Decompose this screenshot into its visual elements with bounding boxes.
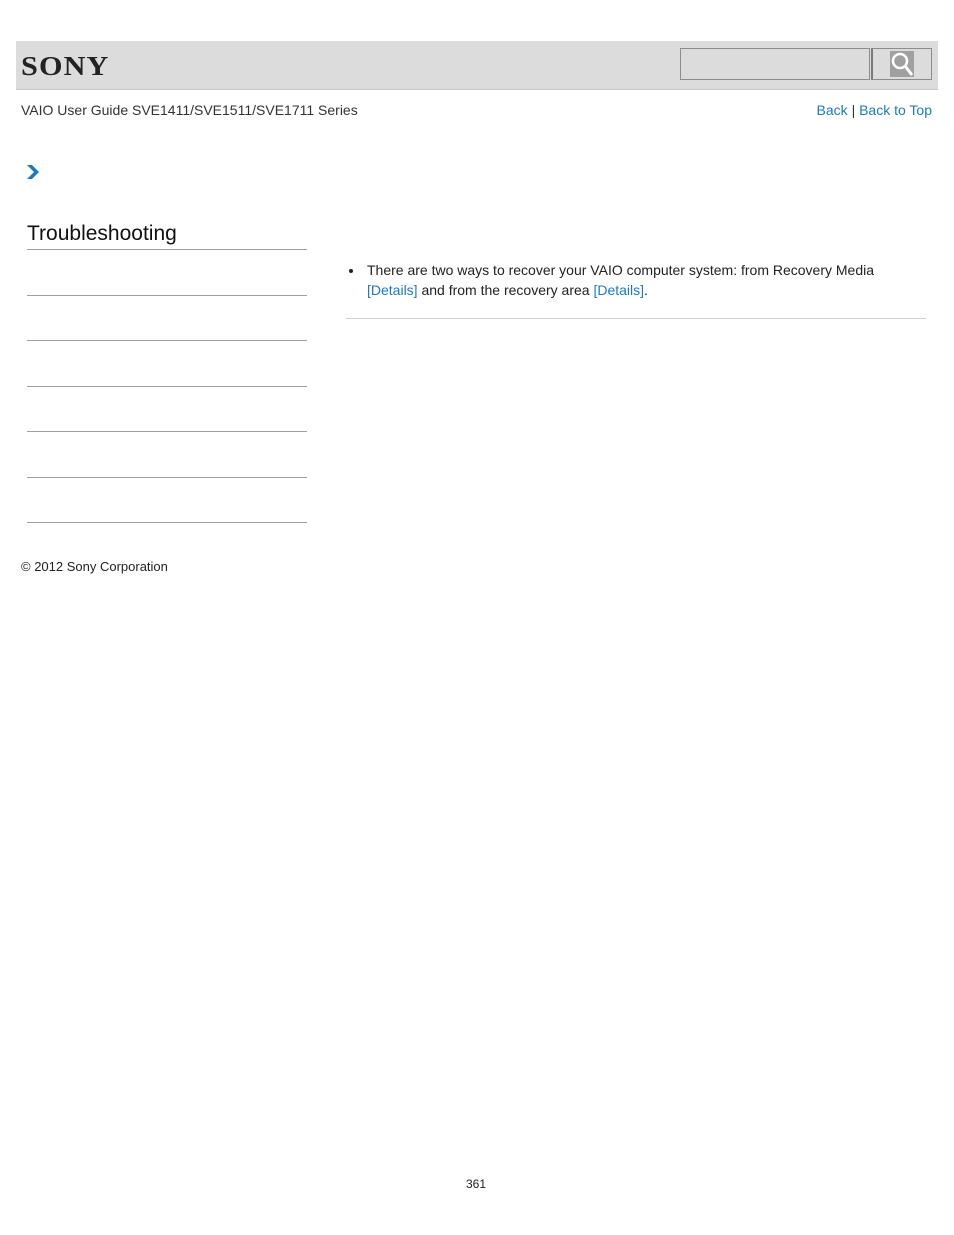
sony-logo: SONY (21, 51, 110, 81)
breadcrumb[interactable] (26, 164, 40, 185)
sidebar-item-5[interactable] (27, 477, 307, 478)
back-to-top-link[interactable]: Back to Top (859, 102, 932, 118)
details-link-recovery-area[interactable]: [Details] (593, 282, 644, 298)
sidebar-item-3[interactable] (27, 386, 307, 387)
sidebar-item-6[interactable] (27, 522, 307, 523)
page-number: 361 (466, 1177, 487, 1191)
bullet-text-part: . (644, 282, 648, 298)
magnifier-icon (890, 51, 914, 77)
content-bullet: There are two ways to recover your VAIO … (349, 260, 919, 300)
search-input[interactable] (680, 48, 870, 80)
sidebar-item-1[interactable] (27, 295, 307, 296)
back-link[interactable]: Back (817, 102, 848, 118)
nav-links: Back | Back to Top (817, 102, 932, 118)
copyright: © 2012 Sony Corporation (21, 559, 168, 574)
bullet-text-part: and from the recovery area (417, 282, 594, 298)
search-button[interactable] (871, 48, 932, 80)
details-link-recovery-media[interactable]: [Details] (367, 282, 418, 298)
bullet-text: There are two ways to recover your VAIO … (367, 260, 919, 300)
header-bar: SONY (16, 41, 938, 90)
bullet-text-part: There are two ways to recover your VAIO … (367, 262, 875, 278)
chevron-right-icon (27, 165, 39, 179)
sidebar-item-4[interactable] (27, 431, 307, 432)
sidebar-item-2[interactable] (27, 340, 307, 341)
sidebar-divider (27, 249, 307, 250)
content-divider (346, 318, 926, 319)
guide-title: VAIO User Guide SVE1411/SVE1511/SVE1711 … (21, 102, 358, 118)
bullet-icon (349, 269, 353, 273)
sidebar-title: Troubleshooting (27, 222, 177, 245)
nav-separator: | (851, 102, 856, 118)
